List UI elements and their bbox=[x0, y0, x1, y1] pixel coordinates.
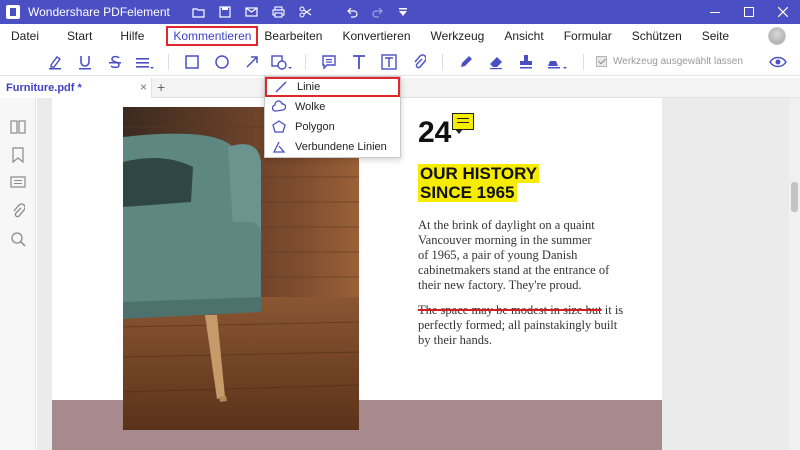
vertical-scrollbar[interactable] bbox=[789, 98, 800, 450]
minimize-icon[interactable] bbox=[698, 0, 732, 24]
history-heading: OUR HISTORY SINCE 1965 bbox=[418, 164, 540, 202]
menu-ansicht[interactable]: Ansicht bbox=[494, 26, 553, 46]
checkbox[interactable] bbox=[596, 56, 607, 67]
window-controls bbox=[698, 0, 800, 24]
menu-schuetzen[interactable]: Schützen bbox=[622, 26, 692, 46]
search-icon[interactable] bbox=[9, 230, 27, 248]
app-logo-icon bbox=[6, 5, 20, 19]
dropdown-icon[interactable] bbox=[398, 7, 408, 17]
attachment-icon[interactable] bbox=[404, 50, 434, 74]
app-title: Wondershare PDFelement bbox=[28, 5, 170, 19]
menu-datei[interactable]: Datei bbox=[0, 26, 49, 46]
scissors-icon[interactable] bbox=[299, 6, 312, 18]
eraser-icon[interactable] bbox=[481, 50, 511, 74]
paragraph-line: cabinetmakers stand at the entrance of bbox=[418, 263, 610, 277]
print-icon[interactable] bbox=[272, 6, 285, 18]
sticky-note-icon[interactable] bbox=[452, 113, 474, 134]
tab-label: Furniture.pdf * bbox=[6, 82, 82, 94]
paragraph-line: At the brink of daylight on a quaint bbox=[418, 218, 595, 232]
menu-start[interactable]: Start bbox=[49, 26, 102, 46]
keep-tool-checkbox[interactable]: Werkzeug ausgewählt lassen bbox=[596, 56, 743, 67]
paragraph-line: Vancouver morning in the summer bbox=[418, 233, 592, 247]
undo-icon[interactable] bbox=[346, 7, 358, 18]
heading-line-2: SINCE 1965 bbox=[418, 183, 517, 202]
maximize-icon[interactable] bbox=[732, 0, 766, 24]
tab-furniture-pdf[interactable]: Furniture.pdf * × bbox=[0, 78, 152, 98]
dropdown-item-polygon[interactable]: Polygon bbox=[265, 117, 400, 137]
stamp-icon[interactable] bbox=[511, 50, 541, 74]
textbox-icon[interactable] bbox=[374, 50, 404, 74]
highlight-pen-icon[interactable] bbox=[40, 50, 70, 74]
menu-kommentieren[interactable]: Kommentieren bbox=[166, 26, 259, 46]
dropdown-item-label: Linie bbox=[297, 81, 321, 93]
paragraph-line: perfectly formed; all painstakingly buil… bbox=[418, 318, 618, 332]
quick-access-toolbar bbox=[192, 6, 408, 18]
dropdown-item-linie[interactable]: Linie bbox=[265, 77, 400, 97]
dropdown-item-wolke[interactable]: Wolke bbox=[265, 97, 400, 117]
menu-konvertieren[interactable]: Konvertieren bbox=[332, 26, 420, 46]
comment-toolbar: Werkzeug ausgewählt lassen bbox=[0, 48, 800, 76]
bookmark-icon[interactable] bbox=[9, 146, 27, 164]
circle-icon[interactable] bbox=[207, 50, 237, 74]
page-number: 24 bbox=[418, 116, 452, 149]
arrow-icon[interactable] bbox=[237, 50, 267, 74]
strikethrough-icon[interactable] bbox=[100, 50, 130, 74]
dropdown-item-label: Polygon bbox=[295, 121, 335, 133]
menu-formular[interactable]: Formular bbox=[554, 26, 622, 46]
dropdown-item-label: Verbundene Linien bbox=[295, 141, 387, 153]
close-icon[interactable] bbox=[766, 0, 800, 24]
text-lines-icon[interactable] bbox=[130, 50, 160, 74]
eye-icon[interactable] bbox=[763, 50, 793, 74]
menu-werkzeug[interactable]: Werkzeug bbox=[421, 26, 495, 46]
menu-bar: Datei Start Hilfe Kommentieren Bearbeite… bbox=[0, 24, 800, 48]
document-viewport: 24 OUR HISTORY SINCE 1965 At the brink o… bbox=[37, 98, 789, 450]
line-icon bbox=[273, 79, 289, 95]
paragraph-text: it is bbox=[601, 303, 624, 317]
rectangle-icon[interactable] bbox=[177, 50, 207, 74]
comments-panel-icon[interactable] bbox=[9, 174, 27, 192]
polyline-icon bbox=[271, 139, 287, 155]
scrollbar-thumb[interactable] bbox=[791, 182, 798, 212]
menu-bearbeiten[interactable]: Bearbeiten bbox=[262, 26, 332, 46]
dropdown-item-verbundene-linien[interactable]: Verbundene Linien bbox=[265, 137, 400, 157]
paragraph-line: by their hands. bbox=[418, 333, 492, 347]
dropdown-item-label: Wolke bbox=[295, 101, 326, 113]
struck-text[interactable]: The space may be modest in size but bbox=[418, 303, 602, 317]
toolbar-divider bbox=[168, 53, 169, 70]
paragraph-1: At the brink of daylight on a quaint Van… bbox=[418, 218, 618, 293]
shapes-icon[interactable] bbox=[267, 50, 297, 74]
mail-icon[interactable] bbox=[245, 7, 258, 17]
toolbar-divider bbox=[305, 53, 306, 70]
keep-tool-label: Werkzeug ausgewählt lassen bbox=[613, 56, 743, 67]
signature-icon[interactable] bbox=[541, 50, 575, 74]
polygon-icon bbox=[271, 119, 287, 135]
text-icon[interactable] bbox=[344, 50, 374, 74]
attachment-panel-icon[interactable] bbox=[9, 202, 27, 220]
toolbar-divider bbox=[442, 53, 443, 70]
thumbnail-icon[interactable] bbox=[9, 118, 27, 136]
add-tab-icon[interactable]: + bbox=[157, 79, 165, 95]
paragraph-line: of 1965, a pair of young Danish bbox=[418, 248, 578, 262]
title-bar: Wondershare PDFelement bbox=[0, 0, 800, 24]
underline-icon[interactable] bbox=[70, 50, 100, 74]
save-icon[interactable] bbox=[219, 6, 231, 18]
shapes-dropdown: Linie Wolke Polygon Verbundene Linien bbox=[264, 76, 401, 158]
toolbar-divider bbox=[583, 53, 584, 70]
redo-icon[interactable] bbox=[372, 7, 384, 18]
folder-icon[interactable] bbox=[192, 7, 205, 18]
avatar[interactable] bbox=[768, 27, 786, 45]
tab-close-icon[interactable]: × bbox=[140, 80, 147, 94]
heading-line-1: OUR HISTORY bbox=[418, 164, 540, 183]
menu-hilfe[interactable]: Hilfe bbox=[102, 26, 154, 46]
pen-icon[interactable] bbox=[451, 50, 481, 74]
paragraph-2: The space may be modest in size but it i… bbox=[418, 303, 628, 348]
left-panel bbox=[0, 98, 43, 450]
cloud-icon bbox=[271, 99, 287, 115]
menu-seite[interactable]: Seite bbox=[692, 26, 739, 46]
paragraph-line: their new factory. They're proud. bbox=[418, 278, 582, 292]
comment-icon[interactable] bbox=[314, 50, 344, 74]
